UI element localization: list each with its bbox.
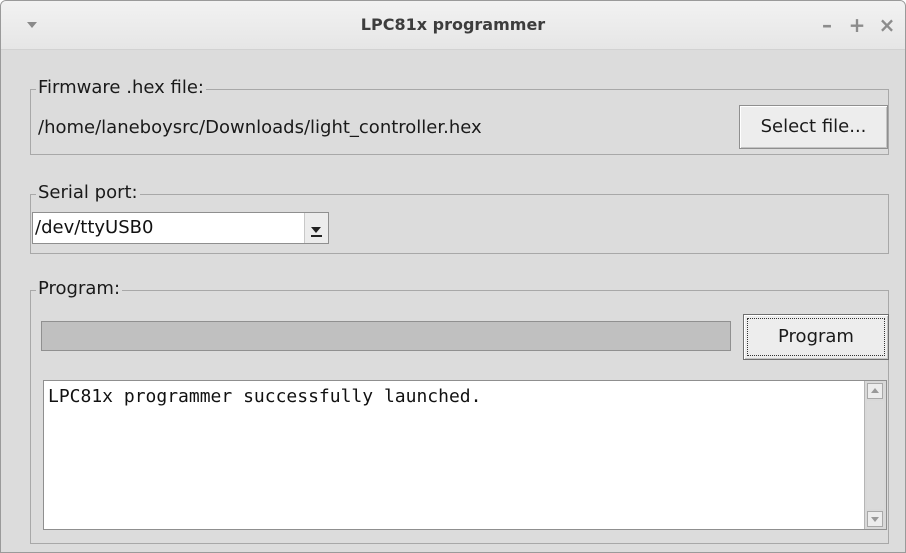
program-group: Program: Program LPC81x programmer succe… <box>30 277 889 544</box>
serial-port-value: /dev/ttyUSB0 <box>35 217 154 238</box>
log-scrollbar[interactable] <box>864 381 886 529</box>
scroll-down-icon[interactable] <box>867 511 883 527</box>
select-file-button[interactable]: Select file... <box>739 105 888 149</box>
serial-port-legend: Serial port: <box>36 181 140 205</box>
app-window: LPC81x programmer – + × Firmware .hex fi… <box>0 0 906 553</box>
focus-ring <box>747 318 885 356</box>
scroll-track[interactable] <box>867 401 884 509</box>
title-bar[interactable]: LPC81x programmer – + × <box>1 1 905 50</box>
close-icon[interactable]: × <box>877 13 897 37</box>
window-title: LPC81x programmer <box>360 15 546 34</box>
dropdown-arrow-icon[interactable] <box>304 213 328 243</box>
serial-port-select[interactable]: /dev/ttyUSB0 <box>32 212 329 244</box>
log-output[interactable]: LPC81x programmer successfully launched. <box>43 380 887 530</box>
maximize-icon[interactable]: + <box>847 13 867 37</box>
firmware-path: /home/laneboysrc/Downloads/light_control… <box>38 117 482 138</box>
firmware-legend: Firmware .hex file: <box>36 76 206 100</box>
log-text: LPC81x programmer successfully launched. <box>48 386 482 407</box>
minimize-icon[interactable]: – <box>817 13 837 37</box>
select-file-label: Select file... <box>760 116 867 137</box>
serial-port-group: Serial port: /dev/ttyUSB0 <box>30 181 889 254</box>
program-button[interactable]: Program <box>743 314 889 360</box>
program-legend: Program: <box>36 277 123 301</box>
scroll-up-icon[interactable] <box>867 383 883 399</box>
program-progress-bar <box>41 321 731 351</box>
